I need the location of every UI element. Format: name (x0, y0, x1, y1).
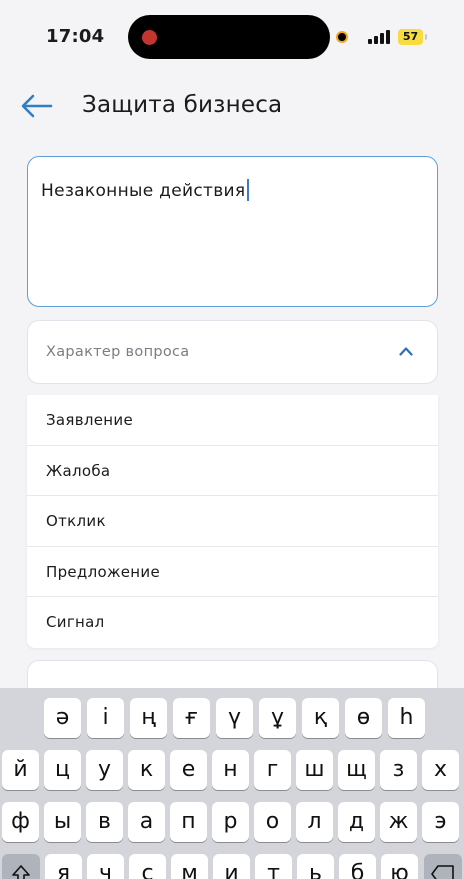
keyboard-row-4: я ч с м и т ь б ю (0, 854, 464, 879)
question-type-options: Заявление Жалоба Отклик Предложение Сигн… (27, 395, 438, 648)
keyboard-row-3: ф ы в а п р о л д ж э (0, 802, 464, 844)
key[interactable]: ы (44, 802, 81, 842)
backspace-key[interactable] (424, 854, 462, 879)
key[interactable]: г (254, 750, 291, 790)
question-type-select[interactable]: Характер вопроса (27, 320, 438, 384)
battery-icon: 57 (398, 29, 423, 45)
key[interactable]: ю (381, 854, 418, 879)
key[interactable]: ч (87, 854, 124, 879)
key[interactable]: л (296, 802, 333, 842)
keyboard-row-2: й ц у к е н г ш щ з х (0, 750, 464, 792)
key[interactable]: һ (388, 698, 425, 738)
keyboard: ә і ң ғ ү ұ қ ө һ й ц у к е н г ш щ з х … (0, 688, 464, 879)
key[interactable]: д (338, 802, 375, 842)
recording-indicator-icon (142, 30, 157, 45)
key[interactable]: б (339, 854, 376, 879)
backspace-icon (431, 865, 454, 879)
key[interactable]: ф (2, 802, 39, 842)
shift-icon (12, 865, 30, 879)
key[interactable]: ж (380, 802, 417, 842)
key[interactable]: и (213, 854, 250, 879)
key[interactable]: е (170, 750, 207, 790)
key[interactable]: щ (338, 750, 375, 790)
battery-tip (425, 34, 427, 40)
back-button[interactable] (20, 92, 54, 120)
text-cursor (247, 179, 250, 201)
key[interactable]: о (254, 802, 291, 842)
key[interactable]: ү (216, 698, 253, 738)
chevron-up-icon (399, 347, 413, 356)
key[interactable]: х (422, 750, 459, 790)
key[interactable]: ь (297, 854, 334, 879)
key[interactable]: з (380, 750, 417, 790)
option-complaint[interactable]: Жалоба (27, 446, 438, 497)
key[interactable]: э (422, 802, 459, 842)
keyboard-row-1: ә і ң ғ ү ұ қ ө һ (0, 698, 464, 740)
key[interactable]: н (212, 750, 249, 790)
status-time: 17:04 (46, 26, 105, 47)
key[interactable]: ұ (259, 698, 296, 738)
key[interactable]: у (86, 750, 123, 790)
shift-key[interactable] (2, 854, 40, 879)
key[interactable]: і (87, 698, 124, 738)
arrow-left-icon (21, 94, 53, 118)
question-type-placeholder: Характер вопроса (46, 344, 190, 360)
key[interactable]: с (129, 854, 166, 879)
key[interactable]: м (171, 854, 208, 879)
key[interactable]: я (45, 854, 82, 879)
key[interactable]: р (212, 802, 249, 842)
textarea-value: Незаконные действия (41, 181, 246, 201)
description-textarea[interactable]: Незаконные действия (27, 156, 438, 307)
page-title: Защита бизнеса (82, 92, 283, 118)
key[interactable]: ң (130, 698, 167, 738)
key[interactable]: в (86, 802, 123, 842)
option-statement[interactable]: Заявление (27, 395, 438, 446)
option-proposal[interactable]: Предложение (27, 547, 438, 598)
key[interactable]: қ (302, 698, 339, 738)
key[interactable]: а (128, 802, 165, 842)
option-signal[interactable]: Сигнал (27, 597, 438, 648)
textarea-text: Незаконные действия (41, 179, 250, 201)
key[interactable]: ц (44, 750, 81, 790)
key[interactable]: ө (345, 698, 382, 738)
dynamic-island (128, 15, 330, 59)
key[interactable]: к (128, 750, 165, 790)
key[interactable]: т (255, 854, 292, 879)
microphone-indicator-icon (336, 31, 348, 43)
key[interactable]: ә (44, 698, 81, 738)
key[interactable]: ш (296, 750, 333, 790)
option-response[interactable]: Отклик (27, 496, 438, 547)
key[interactable]: й (2, 750, 39, 790)
key[interactable]: п (170, 802, 207, 842)
key[interactable]: ғ (173, 698, 210, 738)
cellular-signal-icon (368, 29, 392, 44)
